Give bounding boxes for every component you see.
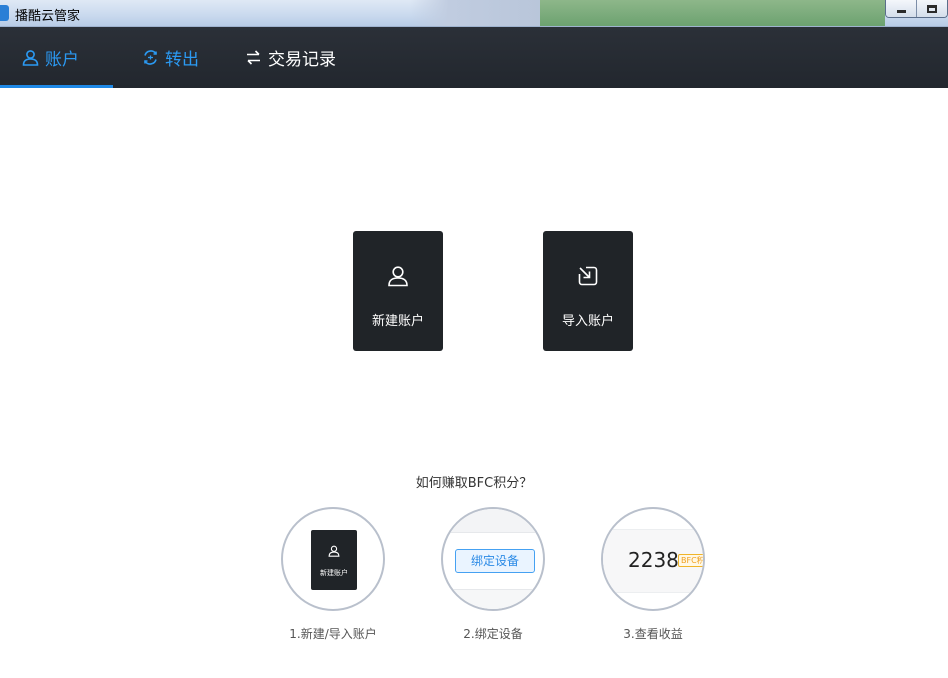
mini-card-label: 新建账户 <box>320 569 348 577</box>
tab-transfer[interactable]: 转出 <box>142 27 199 88</box>
new-account-label: 新建账户 <box>371 314 424 329</box>
window-titlebar: 播酷云管家 <box>0 0 948 27</box>
tab-account[interactable]: 账户 <box>22 27 79 88</box>
maximize-icon <box>927 4 937 13</box>
bind-device-preview-button: 绑定设备 <box>455 549 535 573</box>
minimize-button[interactable] <box>886 0 917 17</box>
app-logo-icon <box>0 5 9 21</box>
background-window-blur <box>410 0 540 26</box>
preview-row-bottom <box>443 589 543 609</box>
window-title: 播酷云管家 <box>15 9 81 24</box>
tab-account-label: 账户 <box>45 50 79 70</box>
import-account-button[interactable]: 导入账户 <box>543 231 633 351</box>
step-1-illustration: 新建账户 <box>281 507 385 611</box>
step-3-caption: 3.查看收益 <box>623 627 683 641</box>
new-account-button[interactable]: 新建账户 <box>353 231 443 351</box>
exchange-cycle-icon <box>144 50 157 65</box>
swap-arrows-icon <box>247 50 260 65</box>
step-1-caption: 1.新建/导入账户 <box>289 627 377 641</box>
maximize-button[interactable] <box>917 0 947 17</box>
earnings-preview-value: 2238 <box>628 548 679 572</box>
tab-transaction-history[interactable]: 交易记录 <box>245 27 336 88</box>
active-tab-indicator <box>0 85 113 88</box>
step-2-illustration: 绑定设备 <box>441 507 545 611</box>
import-icon <box>578 266 598 286</box>
bfc-badge: BFC积 <box>678 554 703 567</box>
top-nav: 账户 转出 交易记录 <box>0 27 948 88</box>
user-icon <box>388 266 408 287</box>
tab-transfer-label: 转出 <box>165 50 199 70</box>
preview-row-top <box>443 509 543 533</box>
import-account-label: 导入账户 <box>561 314 614 329</box>
window-controls <box>885 0 948 18</box>
step-2-caption: 2.绑定设备 <box>463 627 523 641</box>
tab-history-label: 交易记录 <box>268 50 336 70</box>
mini-new-account-card: 新建账户 <box>311 530 357 590</box>
background-window-strip <box>540 0 885 26</box>
step-3-illustration: 2238 BFC积 <box>601 507 705 611</box>
user-icon <box>328 545 340 557</box>
earn-bfc-help-title: 如何赚取BFC积分？ <box>415 476 533 491</box>
user-icon <box>22 50 39 66</box>
minimize-icon <box>896 9 906 13</box>
